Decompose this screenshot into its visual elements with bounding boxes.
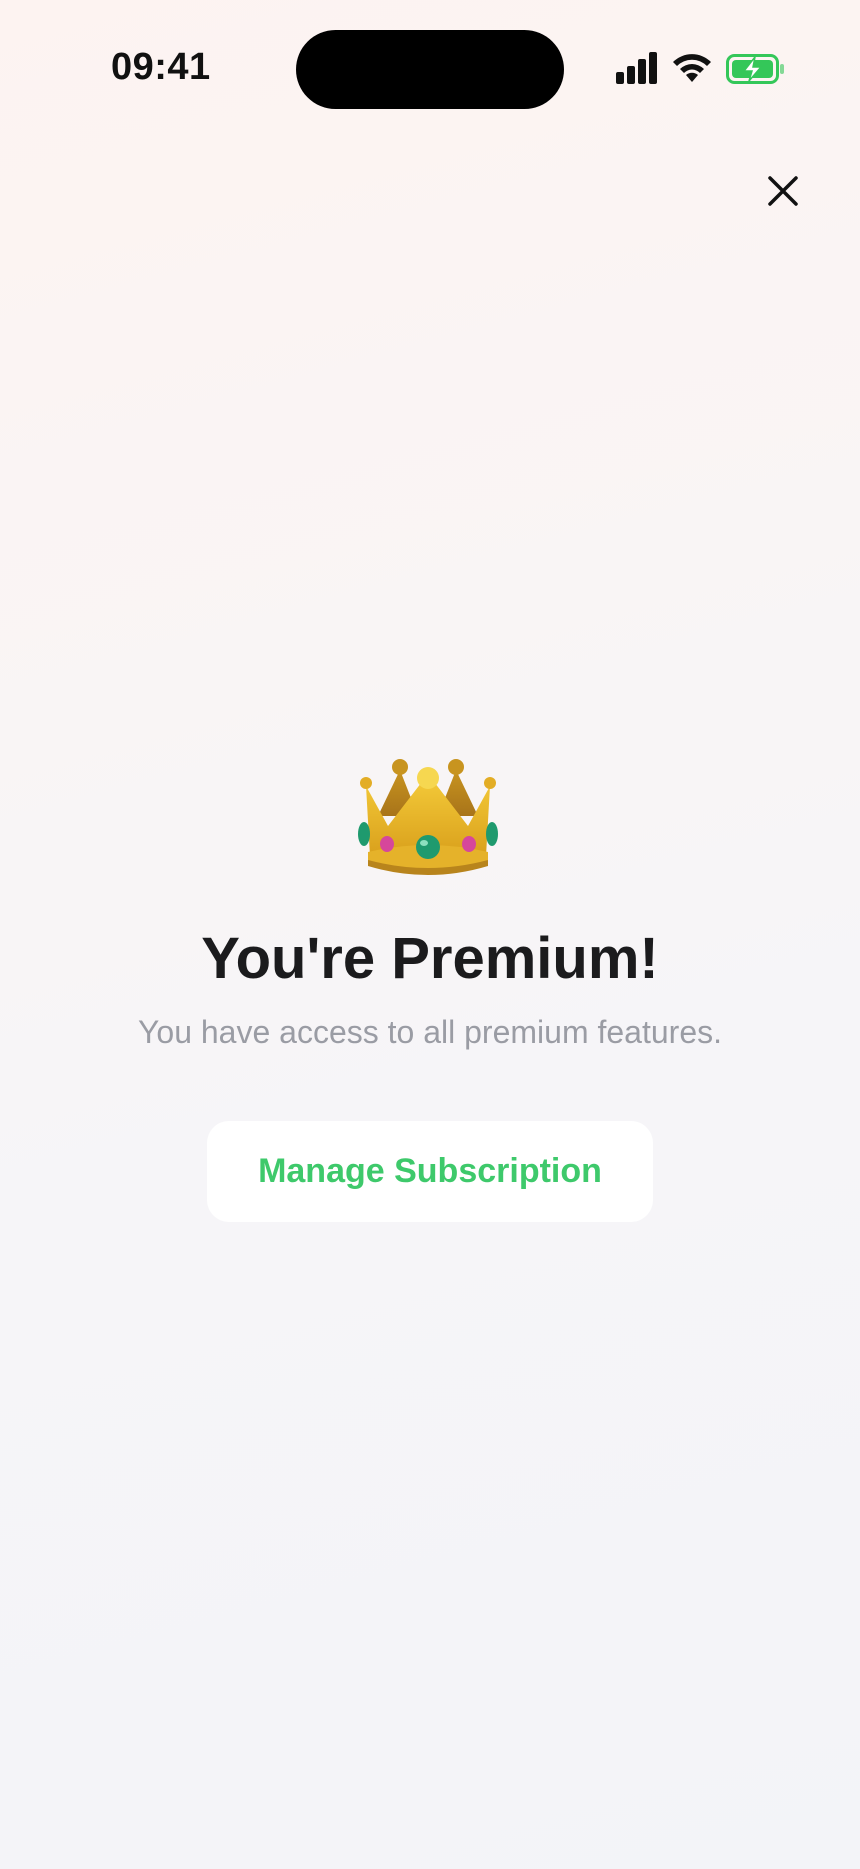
close-button[interactable] (758, 166, 808, 216)
manage-subscription-button[interactable]: Manage Subscription (207, 1121, 653, 1222)
dynamic-island (296, 30, 564, 109)
close-icon (768, 176, 798, 206)
page-subtitle: You have access to all premium features. (137, 1014, 722, 1050)
premium-screen: 09:41 You're Premium! You have access to… (0, 0, 860, 1869)
status-icons (616, 52, 786, 88)
battery-charging-icon (726, 54, 784, 84)
manage-subscription-label: Manage Subscription (258, 1152, 602, 1190)
page-title: You're Premium! (201, 926, 659, 991)
cellular-signal-icon (616, 52, 657, 84)
crown-emoji-icon (358, 759, 498, 875)
wifi-icon (673, 54, 711, 82)
status-time: 09:41 (111, 46, 211, 88)
